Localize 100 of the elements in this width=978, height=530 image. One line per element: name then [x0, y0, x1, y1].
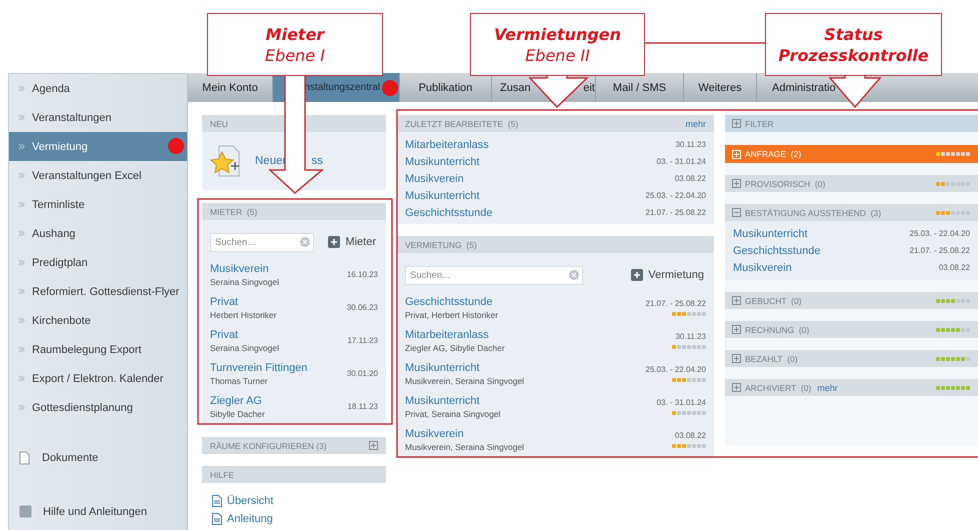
sidebar-item[interactable]: Gottesdienstplanung	[9, 393, 187, 422]
rental-link[interactable]: Musikunterricht	[405, 394, 500, 406]
chevron-icon	[18, 201, 25, 208]
status-title: RECHNUNG (0)	[745, 324, 810, 334]
date: 21.07. - 25.08.22	[646, 299, 706, 308]
help-link[interactable]: Anleitung	[212, 513, 386, 525]
more-link[interactable]: mehr	[685, 118, 706, 128]
document-icon	[212, 495, 222, 507]
sidebar-item[interactable]: Vermietung	[9, 132, 187, 161]
document-icon	[19, 450, 30, 464]
callout-text: Ebene I	[265, 44, 325, 66]
contact-name: Seraina Singvogel	[210, 342, 279, 352]
status-title: PROVISORISCH (0)	[745, 178, 826, 188]
sidebar-item[interactable]: Aushang	[9, 219, 187, 248]
rental-link[interactable]: Musikverein	[733, 262, 792, 274]
sidebar-item[interactable]: Dokumente	[9, 443, 187, 472]
expand-icon[interactable]	[732, 296, 741, 305]
status-title: BESTÄTIGUNG AUSSTEHEND (3)	[745, 208, 882, 218]
help-link[interactable]: Übersicht	[212, 495, 386, 507]
date: 03.08.22	[674, 174, 706, 183]
rental-link[interactable]: Mitarbeiteranlass	[405, 328, 505, 340]
expand-icon[interactable]	[369, 441, 378, 450]
tab[interactable]: Weiteres	[684, 73, 757, 102]
expand-icon[interactable]	[732, 354, 741, 363]
chevron-icon	[18, 230, 25, 237]
date: 03.08.22	[938, 263, 970, 272]
chevron-icon	[18, 85, 25, 92]
search-field[interactable]: Suchen...	[405, 266, 583, 284]
sidebar-item[interactable]: Veranstaltungen	[9, 103, 187, 132]
panel-header: HILFE	[202, 466, 386, 483]
status-title: BEZAHLT (0)	[745, 354, 798, 364]
callout-text: Mieter	[266, 24, 324, 44]
status-header[interactable]: PROVISORISCH (0)	[725, 175, 978, 192]
expand-icon[interactable]	[732, 325, 741, 334]
tenant-link[interactable]: Ziegler AG	[210, 394, 265, 406]
expand-icon[interactable]	[732, 119, 741, 128]
sidebar-item[interactable]: Export / Elektron. Kalender	[9, 364, 187, 393]
collapse-icon[interactable]	[732, 208, 741, 217]
tenant-link[interactable]: Musikverein	[210, 262, 279, 274]
rental-link[interactable]: Musikunterricht	[405, 190, 480, 202]
status-header[interactable]: ARCHIVIERT (0) mehr	[725, 379, 978, 396]
rental-link[interactable]: Musikverein	[405, 428, 524, 440]
status-header[interactable]: FILTER	[725, 115, 978, 132]
add-tenant-button[interactable]: Mieter	[326, 236, 378, 248]
date: 16.10.23	[346, 270, 378, 279]
rental-detail: Privat, Herbert Historiker	[405, 310, 498, 320]
status-header[interactable]: RECHNUNG (0)	[725, 321, 978, 338]
date: 25.03. - 22.04.20	[646, 191, 706, 200]
new-event-link[interactable]: Neuer ss	[255, 155, 323, 167]
status-header[interactable]: BESTÄTIGUNG AUSSTEHEND (3)	[725, 204, 978, 221]
panel-title: ZULETZT BEARBEITETE (5)	[405, 118, 518, 128]
sidebar-item[interactable]: Predigtplan	[9, 248, 187, 277]
date: 03. - 31.01.24	[656, 157, 706, 166]
status-header[interactable]: BEZAHLT (0)	[725, 350, 978, 367]
rental-link[interactable]: Musikverein	[405, 172, 464, 184]
date: 17.11.23	[347, 336, 378, 345]
chevron-icon	[18, 317, 25, 324]
expand-icon[interactable]	[732, 383, 741, 392]
clear-icon[interactable]	[569, 270, 579, 280]
panel-header[interactable]: RÄUME KONFIGURIEREN (3)	[202, 437, 386, 454]
search-field[interactable]: Suchen...	[210, 232, 314, 252]
callout-text: Vermietungen	[494, 24, 622, 44]
expand-icon[interactable]	[732, 179, 741, 188]
tenant-link[interactable]: Privat	[210, 296, 277, 308]
chevron-icon	[18, 375, 25, 382]
sidebar-item[interactable]: Agenda	[9, 74, 187, 103]
tenant-link[interactable]: Privat	[210, 328, 279, 340]
contact-name: Seraina Singvogel	[210, 276, 279, 286]
status-title: FILTER	[745, 118, 774, 128]
rental-link[interactable]: Musikunterricht	[733, 228, 808, 240]
panel-header: VERMIETUNG (5)	[397, 236, 714, 253]
status-header[interactable]: GEBUCHT (0)	[725, 292, 978, 309]
callout-text: Prozesskontrolle	[778, 44, 929, 66]
status-title: ANFRAGE (2)	[745, 149, 802, 159]
sidebar-item[interactable]: Reformiert. Gottesdienst-Flyer	[9, 277, 187, 306]
callout-text: Status	[824, 24, 883, 44]
sidebar-item[interactable]: Terminliste	[9, 190, 187, 219]
callout-text: Ebene II	[525, 44, 590, 66]
tenant-link[interactable]: Turnverein Fittingen	[210, 362, 308, 374]
sidebar-item[interactable]: Veranstaltungen Excel	[9, 161, 187, 190]
rental-link[interactable]: Geschichtsstunde	[405, 206, 492, 218]
clear-icon[interactable]	[300, 237, 310, 247]
rental-link[interactable]: Musikunterricht	[405, 362, 524, 374]
sidebar-item[interactable]: Hilfe und Anleitungen	[9, 497, 187, 526]
chevron-icon	[18, 143, 25, 150]
chevron-icon	[18, 172, 25, 179]
sidebar-item[interactable]: Kirchenbote	[9, 306, 187, 335]
star-document-icon	[210, 144, 242, 178]
tab[interactable]: Administratio	[757, 73, 978, 102]
rental-link[interactable]: Musikunterricht	[405, 156, 480, 168]
more-link[interactable]: mehr	[817, 382, 838, 392]
chevron-icon	[18, 404, 25, 411]
sidebar-item[interactable]: Raumbelegung Export	[9, 335, 187, 364]
rental-detail: Musikverein, Seraina Singvogel	[405, 442, 524, 452]
status-header[interactable]: ANFRAGE (2)	[725, 145, 978, 163]
rental-link[interactable]: Geschichtsstunde	[733, 244, 820, 256]
rental-link[interactable]: Geschichtsstunde	[405, 296, 498, 308]
add-rental-button[interactable]: Vermietung	[629, 269, 706, 281]
rental-link[interactable]: Mitarbeiteranlass	[405, 138, 489, 150]
date: 25.03. - 22.04.20	[910, 229, 970, 238]
